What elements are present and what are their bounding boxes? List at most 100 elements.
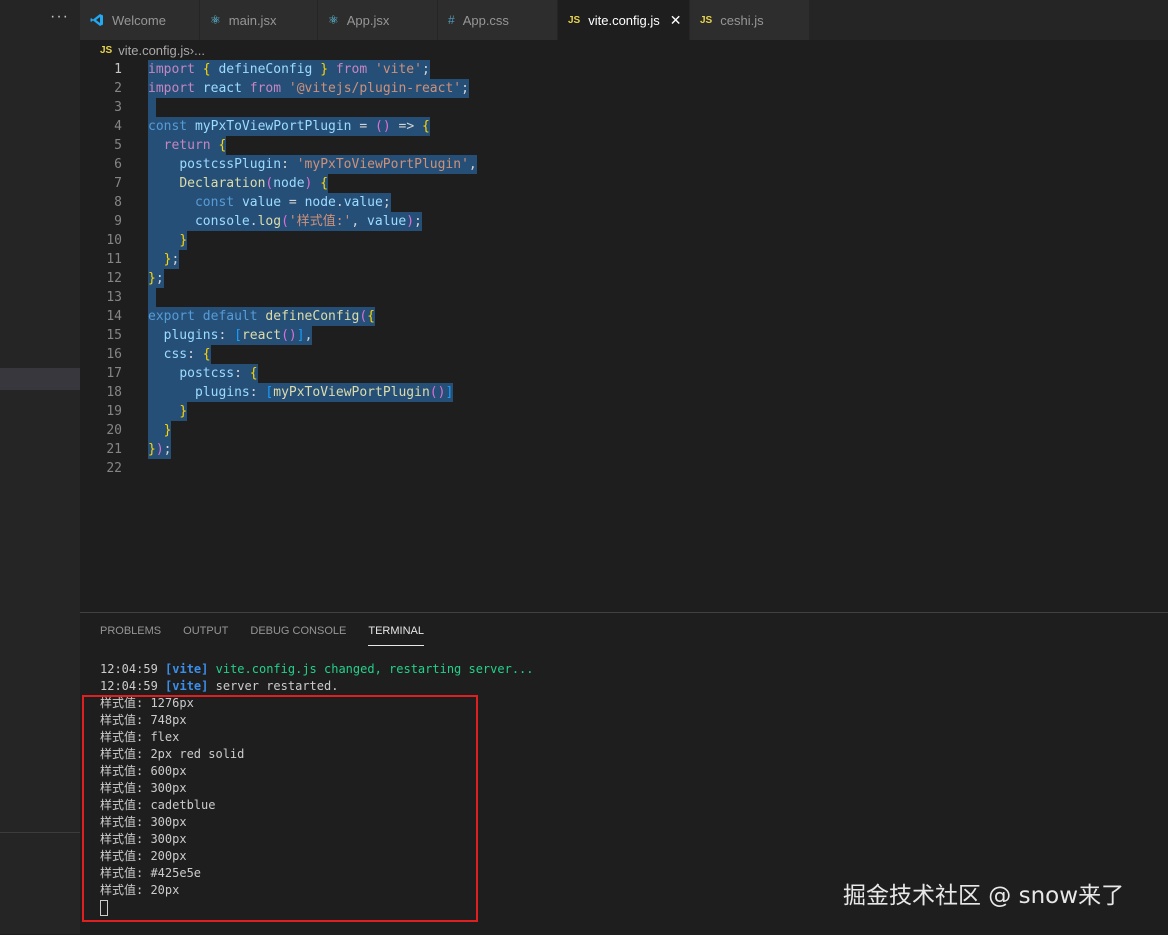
code-text: plugins: [react()], <box>148 326 313 345</box>
code-line[interactable]: 13 <box>80 288 1080 307</box>
breadcrumb: JS vite.config.js › ... <box>100 40 205 60</box>
line-number: 2 <box>114 81 122 96</box>
code-text: css: { <box>148 345 211 364</box>
code-line[interactable]: 8 const value = node.value; <box>80 193 1080 212</box>
code-line[interactable]: 22 <box>80 459 1080 478</box>
panel-tabs: PROBLEMS OUTPUT DEBUG CONSOLE TERMINAL <box>100 625 446 646</box>
js-icon: JS <box>700 14 713 26</box>
code-text: const value = node.value; <box>148 193 391 212</box>
code-text <box>148 288 156 307</box>
code-line[interactable]: 4 const myPxToViewPortPlugin = () => { <box>80 117 1080 136</box>
tab-app-css[interactable]: # App.css <box>438 0 558 40</box>
code-line[interactable]: 17 postcss: { <box>80 364 1080 383</box>
line-number: 22 <box>106 461 122 476</box>
line-number: 1 <box>114 62 122 77</box>
sidebar-selected-row[interactable] <box>0 368 80 390</box>
line-number: 12 <box>106 271 122 286</box>
tab-label: vite.config.js <box>588 12 660 28</box>
line-number: 11 <box>106 252 122 267</box>
line-number: 21 <box>106 442 122 457</box>
tab-label: Welcome <box>112 12 166 28</box>
code-text: export default defineConfig({ <box>148 307 375 326</box>
code-line[interactable]: 18 plugins: [myPxToViewPortPlugin()] <box>80 383 1080 402</box>
code-line[interactable]: 11 }; <box>80 250 1080 269</box>
breadcrumb-file[interactable]: vite.config.js <box>118 43 190 58</box>
line-number: 18 <box>106 385 122 400</box>
code-text: postcss: { <box>148 364 258 383</box>
code-text: import { defineConfig } from 'vite'; <box>148 60 430 79</box>
log-message: server restarted. <box>215 679 339 693</box>
code-text: console.log('样式值:', value); <box>148 212 422 231</box>
line-number: 14 <box>106 309 122 324</box>
code-text: }; <box>148 269 164 288</box>
terminal-log-line: 12:04:59 [vite] server restarted. <box>100 678 534 695</box>
tab-output[interactable]: OUTPUT <box>183 625 228 645</box>
code-text: const myPxToViewPortPlugin = () => { <box>148 117 430 136</box>
tab-label: App.css <box>462 12 509 28</box>
code-line[interactable]: 10 } <box>80 231 1080 250</box>
tab-terminal[interactable]: TERMINAL <box>368 625 424 646</box>
line-number: 17 <box>106 366 122 381</box>
code-text: } <box>148 231 188 250</box>
code-line[interactable]: 15 plugins: [react()], <box>80 326 1080 345</box>
code-line[interactable]: 9 console.log('样式值:', value); <box>80 212 1080 231</box>
tab-problems[interactable]: PROBLEMS <box>100 625 161 645</box>
close-icon[interactable]: ✕ <box>670 12 682 29</box>
css-hash-icon: # <box>448 13 455 27</box>
tab-ceshi-js[interactable]: JS ceshi.js <box>690 0 810 40</box>
line-number: 4 <box>114 119 122 134</box>
editor-tab-bar: Welcome ⚛ main.jsx ⚛ App.jsx # App.css J… <box>80 0 1168 40</box>
code-line[interactable]: 21}); <box>80 440 1080 459</box>
log-tag: [vite] <box>165 662 209 676</box>
tab-main-jsx[interactable]: ⚛ main.jsx <box>200 0 318 40</box>
tab-debug-console[interactable]: DEBUG CONSOLE <box>250 625 346 645</box>
breadcrumb-rest[interactable]: ... <box>194 43 205 58</box>
tab-welcome[interactable]: Welcome <box>80 0 200 40</box>
line-number: 20 <box>106 423 122 438</box>
line-number: 3 <box>114 100 122 115</box>
code-line[interactable]: 1 import { defineConfig } from 'vite'; <box>80 60 1080 79</box>
code-text <box>148 98 156 117</box>
code-line[interactable]: 6 postcssPlugin: 'myPxToViewPortPlugin', <box>80 155 1080 174</box>
code-text: return { <box>148 136 227 155</box>
line-number: 15 <box>106 328 122 343</box>
code-line[interactable]: 5 return { <box>80 136 1080 155</box>
code-line[interactable]: 20 } <box>80 421 1080 440</box>
tab-label: main.jsx <box>228 12 277 28</box>
code-line[interactable]: 7 Declaration(node) { <box>80 174 1080 193</box>
js-icon: JS <box>568 14 581 26</box>
react-icon: ⚛ <box>210 13 221 27</box>
code-line[interactable]: 12}; <box>80 269 1080 288</box>
more-actions-icon[interactable]: ··· <box>50 8 69 26</box>
code-text: postcssPlugin: 'myPxToViewPortPlugin', <box>148 155 477 174</box>
code-text: }; <box>148 250 180 269</box>
line-number: 6 <box>114 157 122 172</box>
log-tag: [vite] <box>165 679 209 693</box>
line-number: 19 <box>106 404 122 419</box>
log-time: 12:04:59 <box>100 679 158 693</box>
line-number: 10 <box>106 233 122 248</box>
code-line[interactable]: 14 export default defineConfig({ <box>80 307 1080 326</box>
explorer-sidebar: ··· <box>0 0 80 934</box>
code-text: import react from '@vitejs/plugin-react'… <box>148 79 469 98</box>
line-number: 16 <box>106 347 122 362</box>
code-text: } <box>148 402 188 421</box>
code-text: Declaration(node) { <box>148 174 329 193</box>
code-text: plugins: [myPxToViewPortPlugin()] <box>148 383 454 402</box>
tab-label: App.jsx <box>346 12 390 28</box>
js-icon: JS <box>100 44 113 56</box>
code-line[interactable]: 16 css: { <box>80 345 1080 364</box>
tab-app-jsx[interactable]: ⚛ App.jsx <box>318 0 438 40</box>
code-editor[interactable]: 💡 1import { defineConfig } from 'vite';2… <box>80 60 1168 612</box>
line-number: 13 <box>106 290 122 305</box>
code-text: }); <box>148 440 172 459</box>
code-line[interactable]: 2 import react from '@vitejs/plugin-react… <box>80 79 1080 98</box>
line-number: 5 <box>114 138 122 153</box>
react-icon: ⚛ <box>328 13 339 27</box>
code-line[interactable]: 3 <box>80 98 1080 117</box>
code-line[interactable]: 19 } <box>80 402 1080 421</box>
tab-vite-config-js[interactable]: JS vite.config.js ✕ <box>558 0 690 40</box>
line-number: 8 <box>114 195 122 210</box>
sidebar-divider <box>0 832 80 833</box>
watermark: 掘金技术社区 @ snow来了 <box>843 883 1125 909</box>
